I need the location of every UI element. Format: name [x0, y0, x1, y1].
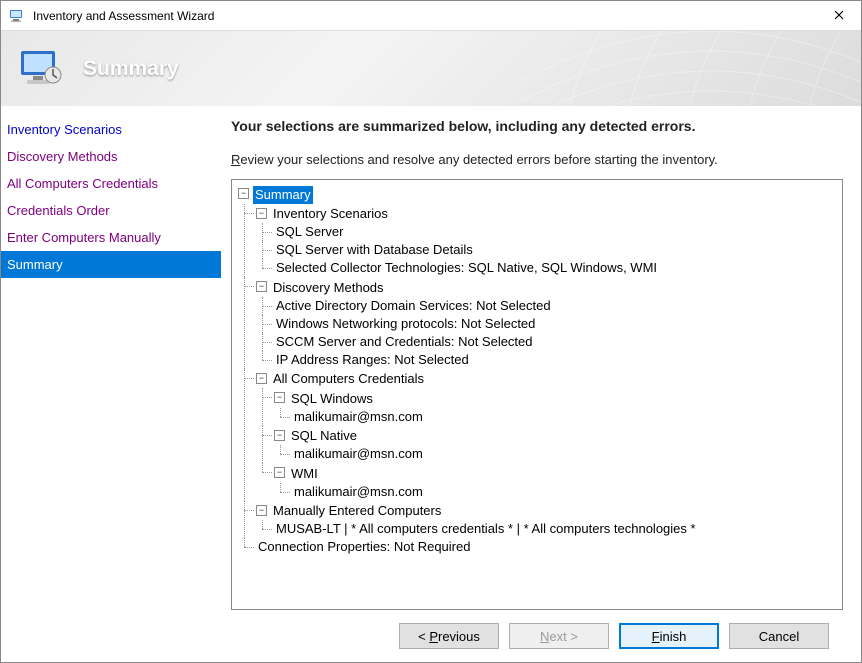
tree-cred-group[interactable]: − WMI malikumair@msn.com: [274, 463, 838, 501]
summary-tree[interactable]: − Summary − Inventory Scenarios: [231, 179, 843, 610]
tree-leaf[interactable]: malikumair@msn.com: [292, 483, 838, 501]
nav-inventory-scenarios[interactable]: Inventory Scenarios: [1, 116, 221, 143]
expander-icon[interactable]: −: [274, 467, 285, 478]
window-title: Inventory and Assessment Wizard: [33, 9, 816, 23]
app-icon: [9, 8, 25, 24]
tree-leaf[interactable]: MUSAB-LT | * All computers credentials *…: [274, 520, 838, 538]
title-bar: Inventory and Assessment Wizard: [1, 1, 861, 31]
button-row: < Previous Next > Finish Cancel: [231, 610, 843, 662]
tree-leaf[interactable]: IP Address Ranges: Not Selected: [274, 351, 838, 369]
tree-root-label: Summary: [253, 186, 313, 204]
tree-root[interactable]: − Summary − Inventory Scenarios: [238, 184, 838, 556]
monitor-icon: [17, 45, 65, 93]
tree-inventory-scenarios[interactable]: − Inventory Scenarios SQL Server SQL Ser…: [256, 204, 838, 278]
expander-icon[interactable]: −: [256, 208, 267, 219]
tree-cred-group[interactable]: − SQL Windows malikumair@msn.com: [274, 388, 838, 426]
nav-credentials-order[interactable]: Credentials Order: [1, 197, 221, 224]
expander-icon[interactable]: −: [274, 392, 285, 403]
close-icon: [834, 9, 844, 23]
tree-leaf[interactable]: Selected Collector Technologies: SQL Nat…: [274, 259, 838, 277]
sidebar: Inventory Scenarios Discovery Methods Al…: [1, 106, 221, 662]
banner-pattern: [521, 31, 861, 106]
main-panel: Your selections are summarized below, in…: [221, 106, 861, 662]
tree-discovery-methods[interactable]: − Discovery Methods Active Directory Dom…: [256, 277, 838, 369]
nav-summary[interactable]: Summary: [1, 251, 221, 278]
expander-icon[interactable]: −: [274, 430, 285, 441]
tree-cred-group[interactable]: − SQL Native malikumair@msn.com: [274, 426, 838, 464]
expander-icon[interactable]: −: [256, 505, 267, 516]
banner: Summary: [1, 31, 861, 106]
tree-leaf[interactable]: Windows Networking protocols: Not Select…: [274, 315, 838, 333]
tree-manually-entered[interactable]: − Manually Entered Computers MUSAB-LT | …: [256, 501, 838, 539]
finish-button[interactable]: Finish: [619, 623, 719, 649]
expander-icon[interactable]: −: [256, 373, 267, 384]
tree-leaf[interactable]: SCCM Server and Credentials: Not Selecte…: [274, 333, 838, 351]
wizard-body: Inventory Scenarios Discovery Methods Al…: [1, 106, 861, 662]
nav-all-computers-credentials[interactable]: All Computers Credentials: [1, 170, 221, 197]
wizard-window: Inventory and Assessment Wizard: [0, 0, 862, 663]
expander-icon[interactable]: −: [238, 188, 249, 199]
tree-connection-properties[interactable]: Connection Properties: Not Required: [256, 538, 838, 556]
nav-discovery-methods[interactable]: Discovery Methods: [1, 143, 221, 170]
close-button[interactable]: [816, 1, 861, 30]
expander-icon[interactable]: −: [256, 281, 267, 292]
tree-leaf[interactable]: malikumair@msn.com: [292, 445, 838, 463]
next-button: Next >: [509, 623, 609, 649]
tree-all-computers-credentials[interactable]: − All Computers Credentials − SQL Window…: [256, 369, 838, 501]
tree-leaf[interactable]: SQL Server: [274, 223, 838, 241]
previous-button[interactable]: < Previous: [399, 623, 499, 649]
tree-leaf[interactable]: SQL Server with Database Details: [274, 241, 838, 259]
page-instructions: Review your selections and resolve any d…: [231, 152, 843, 167]
cancel-button[interactable]: Cancel: [729, 623, 829, 649]
tree-leaf[interactable]: Active Directory Domain Services: Not Se…: [274, 297, 838, 315]
banner-heading: Summary: [83, 57, 179, 81]
nav-enter-computers-manually[interactable]: Enter Computers Manually: [1, 224, 221, 251]
tree-leaf[interactable]: malikumair@msn.com: [292, 408, 838, 426]
page-heading: Your selections are summarized below, in…: [231, 118, 843, 134]
